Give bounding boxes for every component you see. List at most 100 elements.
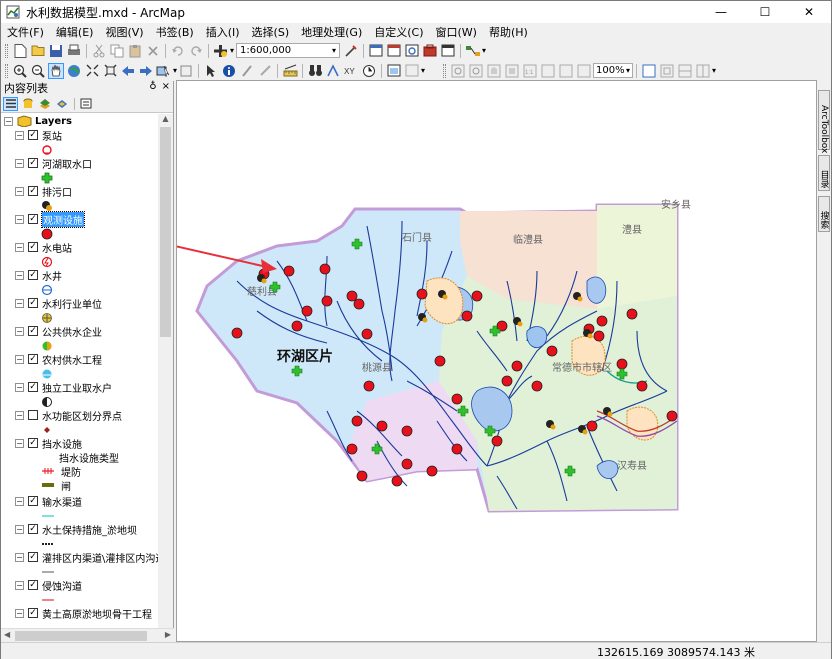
zoom-whole-page-icon[interactable] — [504, 63, 520, 79]
toc-options-icon[interactable] — [78, 97, 93, 111]
focus-data-frame-icon[interactable] — [659, 63, 675, 79]
layer-visibility-checkbox[interactable]: ✓ — [28, 186, 38, 196]
toolbar-options-icon[interactable]: ▾ — [482, 46, 486, 55]
layer-row[interactable]: − ✓ 河湖取水口 — [15, 156, 92, 171]
collapse-icon[interactable]: − — [4, 116, 13, 126]
layer-row-selected[interactable]: − ✓ 观测设施 — [15, 210, 85, 228]
menu-bookmarks[interactable]: 书签(B) — [150, 24, 200, 40]
menu-geoprocessing[interactable]: 地理处理(G) — [295, 24, 368, 40]
menu-edit[interactable]: 编辑(E) — [50, 24, 100, 40]
observation-station-marker[interactable] — [346, 290, 358, 302]
zoom-100-icon[interactable]: 1:1 — [522, 63, 538, 79]
add-data-icon[interactable] — [213, 43, 229, 59]
observation-station-marker[interactable] — [401, 425, 413, 437]
collapse-icon[interactable]: − — [15, 354, 24, 364]
scroll-up-icon[interactable]: ▲ — [158, 114, 173, 126]
observation-station-marker[interactable] — [346, 443, 358, 455]
scrollbar-thumb[interactable] — [160, 127, 171, 337]
search-window-icon[interactable] — [404, 43, 420, 59]
layer-visibility-checkbox[interactable]: ✓ — [28, 580, 38, 590]
observation-station-marker[interactable] — [353, 298, 365, 310]
save-icon[interactable] — [48, 43, 64, 59]
toc-close-icon[interactable]: × — [162, 81, 170, 92]
toggle-draft-mode-icon[interactable] — [641, 63, 657, 79]
map-view[interactable]: 安乡县 临澧县 澧县 石门县 慈利县 环湖区片 桃源县 常德市市辖区 汉寿县 — [176, 80, 817, 642]
layers-root-row[interactable]: − Layers — [4, 114, 72, 128]
go-to-xy-icon[interactable]: XY — [343, 63, 359, 79]
layer-row[interactable]: − ✓ 水土保持措施_淤地坝 — [15, 522, 137, 537]
previous-extent-layout-icon[interactable] — [576, 63, 592, 79]
layer-row[interactable]: − ✓ 公共供水企业 — [15, 324, 102, 339]
layer-row[interactable]: − 水功能区划分界点 — [15, 408, 122, 423]
layer-row[interactable]: − ✓ 水电站 — [15, 240, 72, 255]
select-features-icon[interactable] — [156, 63, 172, 79]
collapse-icon[interactable]: − — [15, 270, 24, 280]
collapse-icon[interactable]: − — [15, 298, 24, 308]
collapse-icon[interactable]: − — [15, 580, 24, 590]
create-viewer-window-icon[interactable] — [386, 63, 402, 79]
observation-station-marker[interactable] — [471, 290, 483, 302]
identify-icon[interactable] — [221, 63, 237, 79]
layer-row[interactable]: − ✓ 农村供水工程 — [15, 352, 102, 367]
collapse-icon[interactable]: − — [15, 496, 24, 506]
layout-zoom-out-icon[interactable] — [468, 63, 484, 79]
observation-station-marker[interactable] — [626, 308, 638, 320]
collapse-icon[interactable]: − — [15, 158, 24, 168]
copy-icon[interactable] — [109, 43, 125, 59]
observation-station-marker[interactable] — [301, 305, 313, 317]
observation-station-marker[interactable] — [461, 310, 473, 322]
paste-icon[interactable] — [127, 43, 143, 59]
observation-station-marker[interactable] — [416, 288, 428, 300]
data-driven-pages-icon[interactable] — [695, 63, 711, 79]
map-scale-combobox[interactable]: 1:600,000 ▾ — [236, 43, 341, 58]
select-elements-arrow-icon[interactable] — [203, 63, 219, 79]
layout-zoom-combobox[interactable]: 100% ▾ — [593, 63, 634, 78]
fixed-zoom-out-icon[interactable] — [102, 63, 118, 79]
toolbar-grip[interactable] — [5, 43, 8, 58]
find-binoculars-icon[interactable] — [307, 63, 323, 79]
observation-station-marker[interactable] — [356, 470, 368, 482]
layer-row[interactable]: − ✓ 独立工业取水户 — [15, 380, 112, 395]
scroll-left-icon[interactable]: ◀ — [4, 630, 10, 639]
layer-visibility-checkbox[interactable]: ✓ — [28, 298, 38, 308]
fixed-zoom-out-layout-icon[interactable] — [558, 63, 574, 79]
zoom-out-icon[interactable] — [30, 63, 46, 79]
fixed-zoom-in-layout-icon[interactable] — [540, 63, 556, 79]
observation-station-marker[interactable] — [319, 263, 331, 275]
go-back-arrow-icon[interactable] — [120, 63, 136, 79]
layer-row[interactable]: − ✓ 排污口 — [15, 184, 72, 199]
layout-zoom-in-icon[interactable] — [450, 63, 466, 79]
layer-visibility-checkbox[interactable]: ✓ — [28, 496, 38, 506]
collapse-icon[interactable]: − — [15, 130, 24, 140]
python-window-icon[interactable] — [440, 43, 456, 59]
magnifier-window-icon[interactable] — [404, 63, 420, 79]
layer-row[interactable]: −✓ 灌排区内渠道\灌排区内沟道等 — [15, 550, 158, 565]
observation-station-marker[interactable] — [596, 315, 608, 327]
go-forward-arrow-icon[interactable] — [138, 63, 154, 79]
layer-row[interactable]: − ✓ 水利行业单位 — [15, 296, 102, 311]
toc-horizontal-scrollbar[interactable]: ◀ ▶ — [1, 628, 174, 642]
collapse-icon[interactable]: − — [15, 382, 24, 392]
collapse-icon[interactable]: − — [15, 608, 24, 618]
collapse-icon[interactable]: − — [15, 410, 24, 420]
layer-visibility-checkbox[interactable]: ✓ — [28, 552, 38, 562]
observation-station-marker[interactable] — [401, 458, 413, 470]
menu-selection[interactable]: 选择(S) — [246, 24, 296, 40]
list-by-source-icon[interactable] — [20, 97, 35, 111]
collapse-icon[interactable]: − — [15, 186, 24, 196]
observation-station-marker[interactable] — [616, 358, 628, 370]
collapse-icon[interactable]: − — [15, 242, 24, 252]
map-canvas[interactable]: 安乡县 临澧县 澧县 石门县 慈利县 环湖区片 桃源县 常德市市辖区 汉寿县 — [177, 81, 817, 642]
observation-station-marker[interactable] — [546, 345, 558, 357]
table-of-contents-icon[interactable] — [368, 43, 384, 59]
scroll-right-icon[interactable]: ▶ — [165, 630, 171, 639]
search-dock-tab[interactable]: 搜索 — [818, 196, 830, 232]
layer-visibility-checkbox[interactable]: ✓ — [28, 270, 38, 280]
new-document-icon[interactable] — [12, 43, 28, 59]
minimize-button[interactable]: — — [699, 1, 743, 23]
observation-station-marker[interactable] — [451, 443, 463, 455]
change-layout-icon[interactable] — [677, 63, 693, 79]
list-by-visibility-icon[interactable] — [37, 97, 52, 111]
layer-visibility-checkbox[interactable] — [28, 410, 38, 420]
layer-visibility-checkbox[interactable]: ✓ — [28, 382, 38, 392]
